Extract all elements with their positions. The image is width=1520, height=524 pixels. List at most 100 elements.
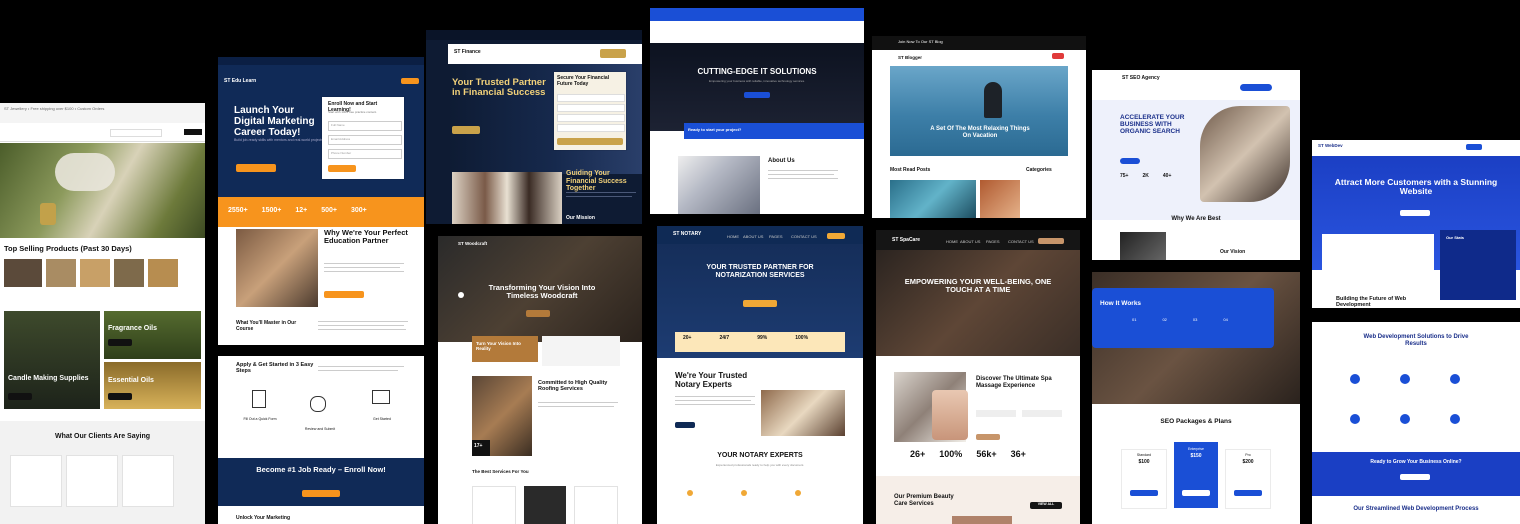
cta-band-button[interactable]	[302, 490, 340, 497]
product-thumb[interactable]	[148, 259, 178, 287]
essential-category-card[interactable]	[104, 362, 201, 409]
notary-experts-button[interactable]	[675, 422, 695, 428]
how-step: 04	[1223, 317, 1228, 322]
spa-brand: ST SpaCare	[892, 237, 921, 243]
blog-topbar: Join Now To Our ST Blog	[898, 39, 943, 44]
seo-vision: Our Vision	[1220, 249, 1246, 255]
screenshot-education-lower: Apply & Get Started in 3 Easy Steps Fill…	[218, 356, 424, 524]
finance-brand: ST Finance	[454, 49, 481, 55]
finance-form-field[interactable]	[557, 124, 625, 132]
seo-hero-button[interactable]	[1120, 158, 1140, 164]
spa-hero-title: EMPOWERING YOUR WELL-BEING, ONE TOUCH AT…	[904, 277, 1052, 295]
finance-form-field[interactable]	[557, 104, 625, 112]
plan-buy-button[interactable]	[1182, 490, 1210, 496]
product-thumb[interactable]	[114, 259, 144, 287]
plan-price: $150	[1190, 453, 1202, 459]
notary-nav-item[interactable]: ABOUT US	[743, 234, 763, 239]
finance-form-field[interactable]	[557, 114, 625, 122]
it-band-text: Ready to start your project?	[688, 127, 742, 132]
screenshot-blog: Join Now To Our ST Blog ST Blogger A Set…	[872, 36, 1086, 218]
notary-nav-item[interactable]: HOME	[727, 234, 739, 239]
store-search-input[interactable]	[110, 129, 162, 137]
spa-nav-item[interactable]: CONTACT US	[1008, 239, 1034, 244]
finance-hero-button[interactable]	[452, 126, 480, 134]
notary-team-sub: Experienced professionals ready to help …	[715, 463, 805, 467]
finance-hero-title: Your Trusted Partner in Financial Succes…	[452, 77, 546, 99]
notary-hero-title: YOUR TRUSTED PARTNER FOR NOTARIZATION SE…	[706, 264, 814, 279]
spa-nav-item[interactable]: HOME	[946, 239, 958, 244]
plan-price: $200	[1242, 459, 1254, 465]
notary-feature-icon	[741, 490, 747, 496]
notary-hero-button[interactable]	[743, 300, 777, 307]
screenshot-seo-pricing: How It Works 01 02 03 04 SEO Packages & …	[1092, 272, 1300, 524]
finance-form-field[interactable]	[557, 94, 625, 102]
stat-value: 300+	[351, 207, 367, 214]
product-thumb[interactable]	[80, 259, 110, 287]
spa-view-all-label: VIEW ALL	[1037, 502, 1055, 506]
spa-book-button[interactable]	[1038, 238, 1064, 244]
plan-name: Standard	[1136, 453, 1152, 457]
spa-feature-pill	[1022, 410, 1062, 417]
blog-post-thumb[interactable]	[980, 180, 1020, 218]
services-title: The Best Services For You	[472, 469, 529, 474]
spa-discover-button[interactable]	[976, 434, 1000, 440]
review-card	[122, 455, 174, 507]
wood-hero-button[interactable]	[526, 310, 550, 317]
seo-brand: ST SEO Agency	[1122, 75, 1160, 81]
webdev-hero-button[interactable]	[1400, 210, 1430, 216]
finance-form-button[interactable]	[557, 138, 623, 145]
screenshot-webdev-solutions: Web Development Solutions to Drive Resul…	[1312, 322, 1520, 524]
phone-field[interactable]: Phone Number	[328, 149, 402, 159]
it-hero-button[interactable]	[744, 92, 770, 98]
solutions-title: Web Development Solutions to Drive Resul…	[1363, 334, 1469, 347]
fragrance-shop-button[interactable]	[108, 339, 132, 346]
notary-team-title: YOUR NOTARY EXPERTS	[717, 452, 803, 459]
how-step: 03	[1192, 317, 1198, 322]
seo-nav-button[interactable]	[1240, 84, 1272, 91]
notary-brand: ST NOTARY	[673, 231, 702, 237]
form-icon	[252, 390, 266, 408]
service-card[interactable]	[472, 486, 516, 524]
spa-feature-pill	[976, 410, 1016, 417]
solution-icon	[1450, 414, 1460, 424]
it-hero-title: CUTTING-EDGE IT SOLUTIONS	[697, 67, 817, 76]
plan-buy-button[interactable]	[1130, 490, 1158, 496]
webdev-nav-button[interactable]	[1466, 144, 1482, 150]
solutions-cta-button[interactable]	[1400, 474, 1430, 480]
wood-slider-dot[interactable]	[458, 292, 464, 298]
finance-nav-button[interactable]	[600, 49, 626, 58]
notary-nav-item[interactable]: CONTACT US	[791, 234, 817, 239]
why-button[interactable]	[324, 291, 364, 298]
seo-stat: 2K	[1142, 173, 1149, 179]
store-cart-button[interactable]	[184, 129, 202, 135]
edu-hero-cta[interactable]	[236, 164, 276, 172]
blog-subscribe-button[interactable]	[1052, 53, 1064, 59]
seo-meeting-photo	[1120, 232, 1166, 260]
essential-shop-button[interactable]	[108, 393, 132, 400]
notary-experts-title: We're Your Trusted Notary Experts	[675, 371, 748, 389]
enroll-submit-button[interactable]	[328, 165, 356, 172]
notary-book-button[interactable]	[827, 233, 845, 239]
notary-nav-item[interactable]: PAGES	[769, 234, 783, 239]
solutions-bottom-title: Our Streamlined Web Development Process	[1353, 506, 1479, 512]
candle-shop-button[interactable]	[8, 393, 32, 400]
spa-discover-title: Discover The Ultimate Spa Massage Experi…	[976, 376, 1052, 389]
product-thumb[interactable]	[4, 259, 42, 287]
spa-nav-item[interactable]: PAGES	[986, 239, 1000, 244]
fragrance-category-card[interactable]	[104, 311, 201, 359]
apply-title: Apply & Get Started in 3 Easy Steps	[236, 362, 314, 375]
spa-nav-item[interactable]: ABOUT US	[960, 239, 980, 244]
wood-side-panel	[542, 336, 620, 366]
plan-card-featured[interactable]	[1174, 442, 1218, 508]
plan-name: Enterprise	[1188, 447, 1204, 451]
product-thumb[interactable]	[46, 259, 76, 287]
plan-buy-button[interactable]	[1234, 490, 1262, 496]
blog-post-thumb[interactable]	[890, 180, 976, 218]
service-card[interactable]	[574, 486, 618, 524]
it-about: About Us	[768, 158, 795, 164]
edu-nav-button[interactable]	[401, 78, 419, 84]
name-field[interactable]: Full Name	[328, 121, 402, 131]
email-field[interactable]: Email Address	[328, 135, 402, 145]
webdev-feature-list	[1322, 234, 1434, 276]
service-card[interactable]	[524, 486, 566, 524]
